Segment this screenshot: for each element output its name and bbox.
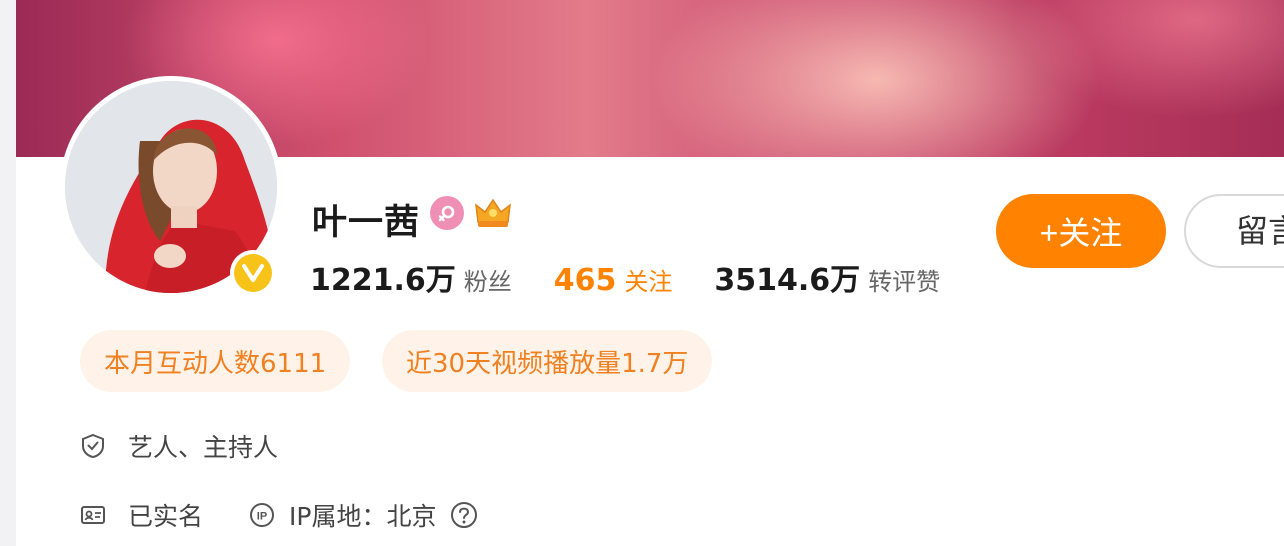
verify-v-icon: [234, 254, 272, 292]
ip-location: IP IP属地：北京: [249, 497, 478, 533]
female-icon: [430, 196, 464, 230]
fans-count: 1221.6万: [310, 263, 456, 298]
occupation-row: 艺人、主持人: [80, 428, 278, 464]
identity-row: 已实名 IP IP属地：北京: [80, 497, 478, 533]
profile-card: 叶一茜 1221.6万 粉丝 465 关注 3514.6万 转评赞 +关注 留言: [16, 0, 1284, 546]
verified-badge: [230, 250, 276, 296]
message-button[interactable]: 留言: [1184, 194, 1284, 268]
interact-tag[interactable]: 本月互动人数6111: [80, 330, 351, 392]
user-name: 叶一茜: [312, 203, 421, 243]
verified-text: 已实名: [128, 502, 204, 531]
fans-stat[interactable]: 1221.6万 粉丝: [310, 255, 512, 299]
stats-row: 1221.6万 粉丝 465 关注 3514.6万 转评赞: [310, 255, 982, 299]
id-card-icon: [81, 506, 105, 524]
likes-count: 3514.6万: [714, 263, 861, 298]
shield-icon: [82, 433, 104, 459]
fans-label: 粉丝: [463, 268, 512, 296]
crown-icon[interactable]: [474, 196, 512, 230]
video-tag[interactable]: 近30天视频播放量1.7万: [382, 330, 713, 392]
follow-button[interactable]: +关注: [996, 194, 1166, 268]
likes-stat[interactable]: 3514.6万 转评赞: [714, 255, 940, 299]
likes-label: 转评赞: [868, 268, 941, 296]
follow-stat[interactable]: 465 关注: [554, 262, 673, 298]
svg-text:IP: IP: [257, 511, 267, 523]
follow-label: 关注: [624, 268, 673, 296]
ip-icon: IP: [250, 503, 275, 527]
ip-text: IP属地：北京: [289, 502, 437, 531]
question-icon[interactable]: [450, 501, 478, 529]
occupation-text: 艺人、主持人: [128, 433, 279, 462]
name-badges: [430, 196, 512, 230]
follow-count: 465: [553, 263, 617, 298]
